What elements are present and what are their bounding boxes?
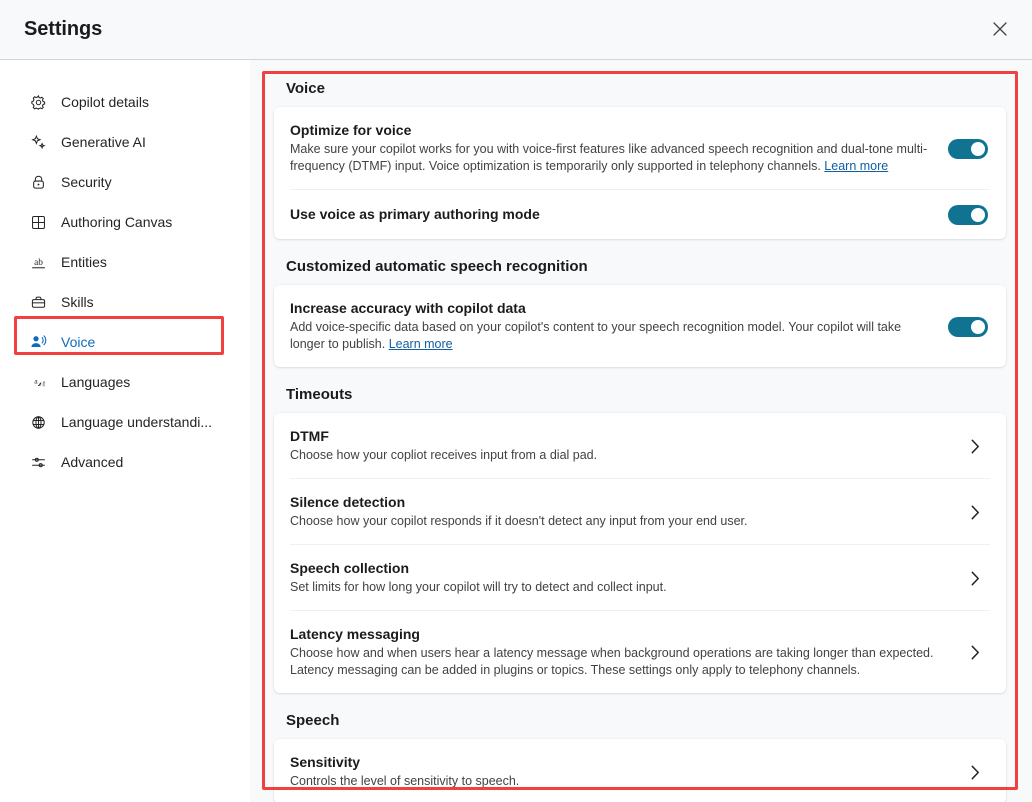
sidebar-item-authoring-canvas[interactable]: Authoring Canvas [12, 202, 238, 242]
setting-description: Choose how your copliot receives input f… [290, 447, 952, 464]
setting-description: Set limits for how long your copilot wil… [290, 579, 952, 596]
ab-text-icon: ab [28, 252, 48, 272]
setting-row[interactable]: DTMF Choose how your copliot receives inp… [290, 413, 990, 479]
setting-row[interactable]: Silence detection Choose how your copilot… [290, 479, 990, 545]
settings-card: DTMF Choose how your copliot receives inp… [274, 413, 1006, 693]
sidebar-item-copilot-details[interactable]: Copilot details [12, 82, 238, 122]
setting-row[interactable]: Speech collection Set limits for how long… [290, 545, 990, 611]
setting-text-block: Sensitivity Controls the level of sensiti… [290, 754, 952, 790]
setting-description: Choose how your copilot responds if it d… [290, 513, 952, 530]
setting-title: Latency messaging [290, 626, 952, 642]
setting-toggle[interactable] [948, 139, 988, 159]
settings-content-pane: Voice Optimize for voice Make sure your co… [250, 60, 1032, 802]
chevron-right-icon[interactable] [964, 571, 986, 586]
setting-text-block: Silence detection Choose how your copilot… [290, 494, 952, 530]
close-button[interactable] [984, 13, 1016, 45]
setting-description: Choose how and when users hear a latency… [290, 645, 952, 679]
svg-text:a: a [34, 376, 38, 385]
setting-description-text: Set limits for how long your copilot wil… [290, 580, 667, 594]
settings-card: Increase accuracy with copilot data Add v… [274, 285, 1006, 367]
setting-text-block: Use voice as primary authoring mode [290, 206, 936, 225]
setting-description-text: Choose how your copilot responds if it d… [290, 514, 748, 528]
setting-description: Make sure your copilot works for you wit… [290, 141, 936, 175]
sidebar-item-voice[interactable]: Voice [12, 322, 238, 362]
section-heading: Timeouts [286, 386, 1006, 403]
setting-row[interactable]: Sensitivity Controls the level of sensiti… [290, 739, 990, 802]
page-title: Settings [24, 18, 102, 41]
setting-text-block: Increase accuracy with copilot data Add v… [290, 300, 936, 353]
sidebar-item-label: Copilot details [61, 94, 149, 110]
setting-title: Optimize for voice [290, 122, 936, 138]
setting-title: Speech collection [290, 560, 952, 576]
sidebar-item-label: Security [61, 174, 112, 190]
grid-icon [28, 212, 48, 232]
setting-title: Silence detection [290, 494, 952, 510]
sidebar-item-label: Voice [61, 334, 95, 350]
setting-text-block: DTMF Choose how your copliot receives inp… [290, 428, 952, 464]
lock-icon [28, 172, 48, 192]
learn-more-link[interactable]: Learn more [824, 159, 888, 173]
setting-title: Increase accuracy with copilot data [290, 300, 936, 316]
sidebar-item-language-understandi[interactable]: Language understandi... [12, 402, 238, 442]
setting-title: Use voice as primary authoring mode [290, 206, 936, 222]
sidebar-item-skills[interactable]: Skills [12, 282, 238, 322]
sidebar-item-label: Authoring Canvas [61, 214, 172, 230]
learn-more-link[interactable]: Learn more [389, 337, 453, 351]
dialog-body: Copilot details Generative AI Security Auth… [0, 60, 1032, 802]
setting-row: Use voice as primary authoring mode [290, 190, 990, 239]
setting-title: Sensitivity [290, 754, 952, 770]
setting-description-text: Choose how your copliot receives input f… [290, 448, 597, 462]
chevron-right-icon[interactable] [964, 765, 986, 780]
sidebar-item-label: Entities [61, 254, 107, 270]
svg-text:ab: ab [34, 258, 43, 268]
settings-sidebar: Copilot details Generative AI Security Auth… [0, 60, 250, 802]
section-heading: Voice [286, 80, 1006, 97]
sidebar-item-security[interactable]: Security [12, 162, 238, 202]
sidebar-item-label: Advanced [61, 454, 123, 470]
setting-row: Increase accuracy with copilot data Add v… [290, 285, 990, 367]
sparkle-icon [28, 132, 48, 152]
settings-card: Sensitivity Controls the level of sensiti… [274, 739, 1006, 802]
settings-card: Optimize for voice Make sure your copilot… [274, 107, 1006, 239]
toggle-knob [971, 320, 985, 334]
setting-toggle[interactable] [948, 205, 988, 225]
sidebar-item-entities[interactable]: ab Entities [12, 242, 238, 282]
setting-toggle[interactable] [948, 317, 988, 337]
sidebar-item-label: Languages [61, 374, 130, 390]
sidebar-item-generative-ai[interactable]: Generative AI [12, 122, 238, 162]
section-heading: Customized automatic speech recognition [286, 258, 1006, 275]
chevron-right-icon[interactable] [964, 645, 986, 660]
chevron-right-icon[interactable] [964, 505, 986, 520]
setting-row[interactable]: Latency messaging Choose how and when use… [290, 611, 990, 693]
chevron-right-icon[interactable] [964, 439, 986, 454]
sidebar-item-label: Skills [61, 294, 94, 310]
setting-text-block: Speech collection Set limits for how long… [290, 560, 952, 596]
setting-text-block: Optimize for voice Make sure your copilot… [290, 122, 936, 175]
person-voice-icon [28, 332, 48, 352]
briefcase-icon [28, 292, 48, 312]
setting-row: Optimize for voice Make sure your copilot… [290, 107, 990, 190]
section-heading: Speech [286, 712, 1006, 729]
sidebar-item-languages[interactable]: aा Languages [12, 362, 238, 402]
globe-brain-icon [28, 412, 48, 432]
setting-description: Add voice-specific data based on your co… [290, 319, 936, 353]
sliders-icon [28, 452, 48, 472]
sidebar-item-advanced[interactable]: Advanced [12, 442, 238, 482]
toggle-knob [971, 142, 985, 156]
sidebar-item-label: Language understandi... [61, 414, 212, 430]
svg-text:ा: ा [38, 379, 46, 388]
setting-text-block: Latency messaging Choose how and when use… [290, 626, 952, 679]
setting-description-text: Choose how and when users hear a latency… [290, 646, 933, 677]
close-icon [993, 22, 1007, 36]
toggle-knob [971, 208, 985, 222]
setting-description-text: Controls the level of sensitivity to spe… [290, 774, 519, 788]
setting-description: Controls the level of sensitivity to spe… [290, 773, 952, 790]
setting-title: DTMF [290, 428, 952, 444]
translate-icon: aा [28, 372, 48, 392]
gear-icon [28, 92, 48, 112]
sidebar-item-label: Generative AI [61, 134, 146, 150]
setting-description-text: Add voice-specific data based on your co… [290, 320, 901, 351]
dialog-header: Settings [0, 0, 1032, 60]
